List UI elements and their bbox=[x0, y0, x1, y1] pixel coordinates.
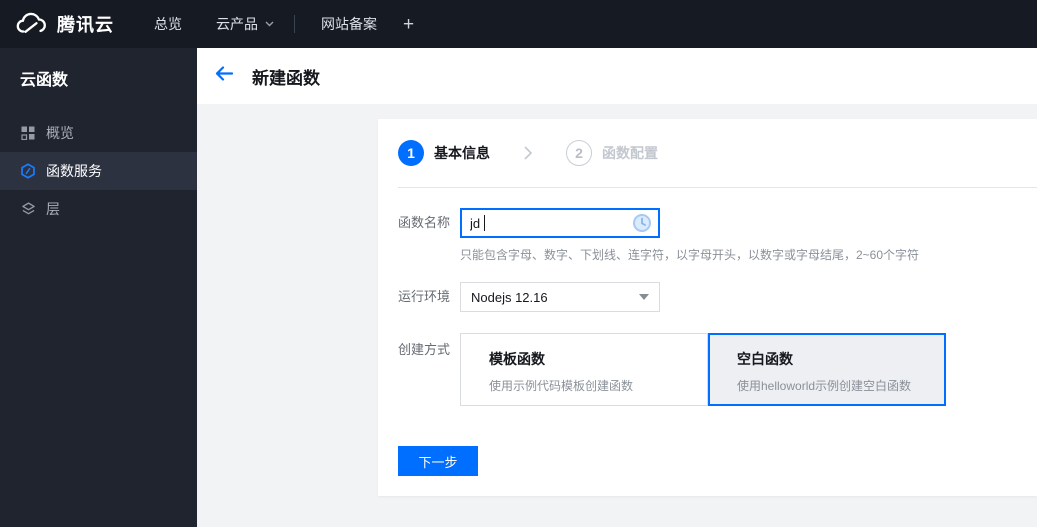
step-1-label: 基本信息 bbox=[434, 145, 490, 161]
sidebar-item-label: 函数服务 bbox=[46, 163, 102, 179]
clock-icon bbox=[632, 213, 652, 238]
chevron-down-icon bbox=[265, 21, 274, 27]
function-name-input[interactable] bbox=[460, 208, 660, 238]
function-name-input-wrap bbox=[460, 208, 660, 238]
chevron-down-icon bbox=[639, 294, 649, 300]
option-card-template-function[interactable]: 模板函数 使用示例代码模板创建函数 bbox=[460, 333, 708, 406]
sidebar: 云函数 概览 函数服务 层 bbox=[0, 48, 197, 527]
option-desc: 使用helloworld示例创建空白函数 bbox=[737, 379, 912, 393]
add-tab-button[interactable]: + bbox=[403, 15, 414, 34]
step-function-config: 2 函数配置 bbox=[566, 140, 658, 166]
next-step-button[interactable]: 下一步 bbox=[398, 446, 478, 476]
option-card-blank-function[interactable]: 空白函数 使用helloworld示例创建空白函数 bbox=[708, 333, 946, 406]
step-2-indicator: 2 bbox=[566, 140, 592, 166]
sidebar-item-overview[interactable]: 概览 bbox=[0, 114, 197, 152]
function-hexagon-icon bbox=[20, 163, 36, 179]
function-name-row: 函数名称 bbox=[398, 208, 1017, 238]
chevron-right-icon bbox=[524, 146, 532, 160]
nav-item-overview[interactable]: 总览 bbox=[154, 14, 182, 34]
page-title: 新建函数 bbox=[252, 68, 320, 88]
step-basic-info: 1 基本信息 bbox=[398, 140, 490, 166]
nav-item-cloud-products-label: 云产品 bbox=[216, 16, 258, 32]
brand-home-link[interactable]: 腾讯云 bbox=[14, 11, 114, 37]
runtime-selected-value: Nodejs 12.16 bbox=[471, 289, 548, 305]
app-root: 腾讯云 总览 云产品 网站备案 + 云函数 概览 函数服务 层 新建函数 1 基… bbox=[0, 0, 1037, 527]
nav-item-cloud-products[interactable]: 云产品 bbox=[216, 14, 274, 34]
topbar-divider bbox=[294, 15, 295, 33]
brand-name: 腾讯云 bbox=[57, 15, 114, 35]
sidebar-item-layers[interactable]: 层 bbox=[0, 190, 197, 228]
page-header: 新建函数 bbox=[197, 48, 1037, 104]
back-button[interactable] bbox=[215, 66, 234, 86]
create-function-card: 1 基本信息 2 函数配置 函数名称 jd 只能包含字母、数字、下划线、连字符，… bbox=[378, 119, 1037, 496]
tencent-cloud-logo-icon bbox=[14, 12, 48, 36]
sidebar-item-function-service[interactable]: 函数服务 bbox=[0, 152, 197, 190]
option-desc: 使用示例代码模板创建函数 bbox=[489, 379, 634, 393]
option-title: 模板函数 bbox=[489, 351, 545, 367]
create-method-row: 创建方式 模板函数 使用示例代码模板创建函数 空白函数 使用helloworld… bbox=[398, 333, 1017, 406]
content-area: 1 基本信息 2 函数配置 函数名称 jd 只能包含字母、数字、下划线、连字符，… bbox=[197, 104, 1037, 527]
topbar: 腾讯云 总览 云产品 网站备案 + bbox=[0, 0, 1037, 48]
wizard-steps: 1 基本信息 2 函数配置 bbox=[378, 119, 1037, 166]
runtime-label: 运行环境 bbox=[398, 289, 451, 304]
function-name-label: 函数名称 bbox=[398, 215, 451, 230]
sidebar-title: 云函数 bbox=[20, 72, 69, 89]
tab-website-beian[interactable]: 网站备案 bbox=[321, 14, 377, 34]
runtime-row: 运行环境 Nodejs 12.16 bbox=[398, 282, 1017, 312]
grid-icon bbox=[20, 126, 36, 140]
step-2-label: 函数配置 bbox=[602, 145, 658, 161]
text-caret bbox=[484, 215, 485, 231]
create-method-label: 创建方式 bbox=[398, 342, 451, 357]
steps-divider bbox=[398, 187, 1037, 188]
layers-icon bbox=[20, 201, 36, 217]
step-1-indicator: 1 bbox=[398, 140, 424, 166]
function-name-help: 只能包含字母、数字、下划线、连字符，以字母开头，以数字或字母结尾，2~60个字符 bbox=[460, 248, 920, 262]
sidebar-item-label: 层 bbox=[46, 201, 60, 217]
option-title: 空白函数 bbox=[737, 351, 793, 367]
runtime-select[interactable]: Nodejs 12.16 bbox=[460, 282, 660, 312]
top-navigation: 总览 云产品 网站备案 + bbox=[138, 14, 414, 34]
sidebar-menu: 概览 函数服务 层 bbox=[0, 114, 197, 228]
sidebar-item-label: 概览 bbox=[46, 125, 74, 141]
basic-info-form: 函数名称 只能包含字母、数字、下划线、连字符，以字母开头，以数字或字母结尾，2~… bbox=[378, 208, 1037, 406]
create-method-options: 模板函数 使用示例代码模板创建函数 空白函数 使用helloworld示例创建空… bbox=[460, 333, 946, 406]
back-arrow-icon bbox=[215, 66, 234, 86]
